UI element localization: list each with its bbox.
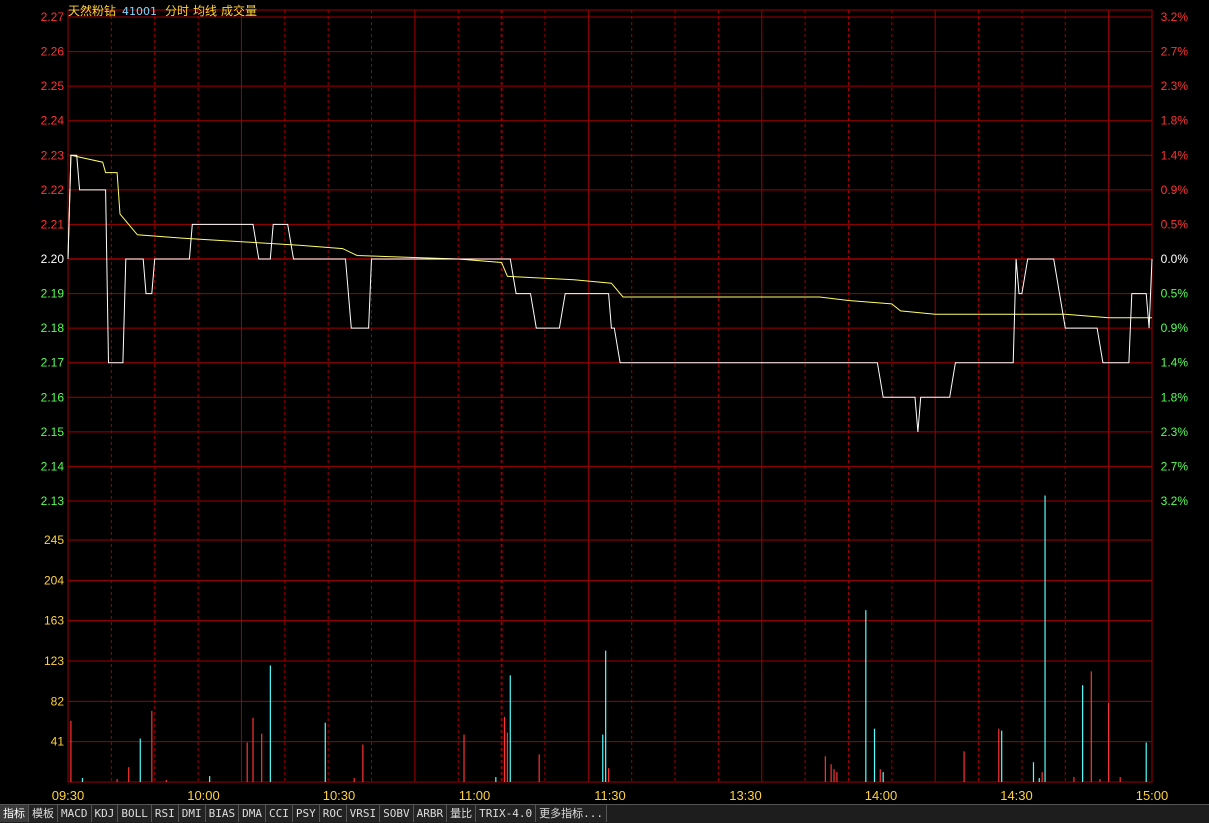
pct-tick-label: 1.8% bbox=[1161, 114, 1189, 128]
avg-line-label[interactable]: 均线 bbox=[193, 4, 217, 18]
volume-tick-label: 245 bbox=[44, 533, 64, 547]
price-tick-label: 2.13 bbox=[41, 494, 65, 508]
time-tick-label: 10:30 bbox=[323, 788, 356, 803]
price-tick-label: 2.18 bbox=[41, 321, 65, 335]
indicator-tab[interactable]: 指标 bbox=[0, 805, 29, 822]
price-tick-label: 2.19 bbox=[41, 287, 65, 301]
pct-tick-label: 0.9% bbox=[1161, 183, 1189, 197]
indicator-tab[interactable]: CCI bbox=[266, 805, 293, 822]
time-tick-label: 11:30 bbox=[594, 788, 626, 803]
price-tick-label: 2.27 bbox=[41, 10, 65, 24]
mode-label[interactable]: 分时 bbox=[165, 4, 189, 18]
chart-frame bbox=[67, 9, 1153, 783]
pct-tick-label: 1.8% bbox=[1161, 390, 1189, 404]
pct-tick-label: 3.2% bbox=[1161, 494, 1189, 508]
pct-tick-label: 0.5% bbox=[1161, 287, 1189, 301]
intraday-chart[interactable]: 2.27 3.2% 2.26 2.7% 2.25 2.3% 2.24 1.8% 2.23 1.4%… bbox=[0, 0, 1209, 804]
volume-tick-label: 41 bbox=[51, 735, 65, 749]
indicator-tab[interactable]: KDJ bbox=[91, 805, 119, 822]
stock-name: 天然粉钻 bbox=[68, 4, 117, 18]
volume-tick-label: 163 bbox=[44, 614, 64, 628]
price-tick-label: 2.22 bbox=[41, 183, 65, 197]
time-tick-label: 15:00 bbox=[1136, 788, 1169, 803]
price-tick-label: 2.15 bbox=[41, 425, 65, 439]
volume-tick-label: 82 bbox=[51, 694, 65, 708]
indicator-tab[interactable]: 更多指标... bbox=[536, 805, 607, 822]
indicator-tab[interactable]: BOLL bbox=[118, 805, 152, 822]
indicator-tab[interactable]: ARBR bbox=[413, 805, 448, 822]
indicator-tab[interactable]: TRIX-4.0 bbox=[476, 805, 537, 822]
indicator-toolbar: 指标 模板 MACD KDJ BOLL RSI DMI BIAS DMA CCI PSY ROC VRS… bbox=[0, 804, 1209, 823]
pct-tick-label: 2.3% bbox=[1161, 79, 1189, 93]
time-tick-label: 13:30 bbox=[729, 788, 762, 803]
indicator-tab[interactable]: SOBV bbox=[380, 805, 414, 822]
pct-tick-label: 2.7% bbox=[1161, 45, 1189, 59]
pct-tick-label: 0.0% bbox=[1161, 252, 1189, 266]
indicator-tab[interactable]: PSY bbox=[292, 805, 320, 822]
pct-tick-label: 3.2% bbox=[1161, 10, 1189, 24]
volume-tick-label: 204 bbox=[44, 573, 64, 587]
price-tick-label: 2.20 bbox=[41, 252, 65, 266]
indicator-tab[interactable]: 模板 bbox=[29, 805, 58, 822]
price-tick-label: 2.17 bbox=[41, 356, 65, 370]
time-tick-label: 09:30 bbox=[52, 788, 85, 803]
pct-tick-label: 1.4% bbox=[1161, 356, 1189, 370]
price-tick-label: 2.21 bbox=[41, 217, 65, 231]
price-tick-label: 2.24 bbox=[41, 114, 65, 128]
price-tick-label: 2.26 bbox=[41, 45, 65, 59]
time-tick-label: 14:30 bbox=[1000, 788, 1033, 803]
stock-code: 41001 bbox=[122, 5, 158, 18]
price-tick-label: 2.25 bbox=[41, 79, 65, 93]
indicator-tab[interactable]: 量比 bbox=[447, 805, 477, 822]
price-tick-label: 2.14 bbox=[41, 459, 65, 473]
pct-tick-label: 0.9% bbox=[1161, 321, 1189, 335]
indicator-tab[interactable]: ROC bbox=[319, 805, 347, 822]
chart-title: 天然粉钻 41001 分时 均线 成交量 bbox=[68, 2, 261, 19]
pct-tick-label: 0.5% bbox=[1161, 217, 1189, 231]
indicator-tab[interactable]: RSI bbox=[151, 805, 179, 822]
indicator-tab[interactable]: DMI bbox=[178, 805, 206, 822]
time-tick-label: 14:00 bbox=[865, 788, 898, 803]
pct-tick-label: 2.7% bbox=[1161, 459, 1189, 473]
pct-tick-label: 1.4% bbox=[1161, 148, 1189, 162]
time-tick-label: 11:00 bbox=[459, 788, 491, 803]
indicator-tab[interactable]: BIAS bbox=[205, 805, 240, 822]
indicator-tab[interactable]: VRSI bbox=[346, 805, 381, 822]
time-tick-label: 10:00 bbox=[187, 788, 220, 803]
indicator-tab[interactable]: DMA bbox=[239, 805, 266, 822]
volume-label[interactable]: 成交量 bbox=[221, 4, 257, 18]
volume-tick-label: 123 bbox=[44, 654, 64, 668]
price-tick-label: 2.23 bbox=[41, 148, 65, 162]
price-tick-label: 2.16 bbox=[41, 390, 65, 404]
indicator-tab[interactable]: MACD bbox=[58, 805, 92, 822]
pct-tick-label: 2.3% bbox=[1161, 425, 1189, 439]
